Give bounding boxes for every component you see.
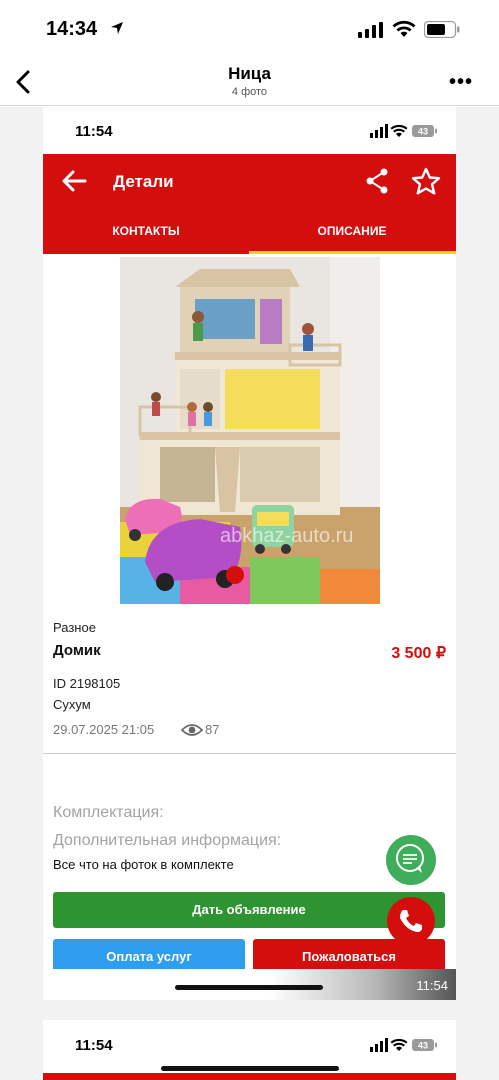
video-scrubber-bar[interactable]: 11:54 (43, 969, 456, 1000)
wifi-icon (392, 20, 416, 37)
phone-icon (400, 910, 422, 932)
listing-category: Разное (53, 620, 96, 635)
listing-title: Домик (53, 642, 101, 659)
tab-contacts[interactable]: КОНТАКТЫ (43, 210, 249, 254)
app-bar: Детали (43, 154, 456, 210)
screenshot-image[interactable]: 11:54 43 Детали КОНТАКТЫ ОПИСАНИЕ abkhaz… (43, 107, 456, 1000)
home-indicator (175, 985, 323, 990)
next-home-indicator (161, 1066, 339, 1071)
battery-icon (424, 21, 460, 38)
inner-battery-level: 43 (418, 127, 428, 137)
listing-date: 29.07.2025 21:05 (53, 722, 155, 737)
app-title: Детали (113, 172, 174, 191)
view-count: 87 (205, 722, 220, 737)
next-status-icons: 43 (370, 1038, 437, 1052)
pay-services-button[interactable]: Оплата услуг (53, 939, 245, 969)
komplektaciya-label: Комплектация: (53, 804, 164, 821)
listing-id: ID 2198105 (53, 676, 121, 691)
status-bar: 14:34 (0, 0, 499, 58)
nav-title: Ница (228, 64, 271, 83)
photo-viewer: 11:54 43 Детали КОНТАКТЫ ОПИСАНИЕ abkhaz… (0, 107, 499, 1080)
listing-price: 3 500 ₽ (391, 645, 446, 662)
tab-description[interactable]: ОПИСАНИЕ (249, 210, 455, 254)
next-status-time: 11:54 (75, 1037, 113, 1054)
more-options-icon[interactable]: ••• (449, 72, 473, 92)
next-battery-level: 43 (418, 1041, 428, 1051)
next-screenshot-image[interactable]: 11:54 43 (43, 1020, 456, 1080)
description-text: Все что на фоток в комплекте (53, 857, 234, 872)
location-arrow-icon (111, 22, 123, 34)
nav-subtitle: 4 фото (231, 86, 268, 98)
tab-bar: КОНТАКТЫ ОПИСАНИЕ (43, 210, 456, 254)
next-app-bar (43, 1073, 456, 1080)
report-button[interactable]: Пожаловаться (253, 939, 445, 969)
status-time: 14:34 (46, 18, 98, 40)
listing-photo[interactable]: abkhaz-auto.ru (120, 257, 380, 604)
chat-button[interactable] (386, 835, 436, 885)
listing-city: Сухум (53, 697, 91, 712)
share-icon[interactable] (365, 168, 389, 194)
eye-icon (181, 724, 203, 736)
inner-status-bar: 11:54 43 (43, 107, 456, 154)
additional-info-label: Дополнительная информация: (53, 832, 282, 849)
divider (43, 753, 456, 754)
video-timestamp: 11:54 (416, 978, 448, 993)
photo-watermark: abkhaz-auto.ru (220, 525, 353, 547)
call-button[interactable] (387, 897, 435, 945)
favorite-star-icon[interactable] (411, 167, 441, 195)
inner-status-time: 11:54 (75, 123, 113, 140)
tab-indicator (249, 251, 456, 254)
back-arrow-icon[interactable] (61, 169, 87, 193)
signal-icon (358, 22, 383, 38)
chat-bubble-icon (396, 844, 424, 873)
photos-nav-bar: Ница 4 фото ••• (0, 58, 499, 106)
inner-status-icons: 43 (370, 124, 437, 138)
